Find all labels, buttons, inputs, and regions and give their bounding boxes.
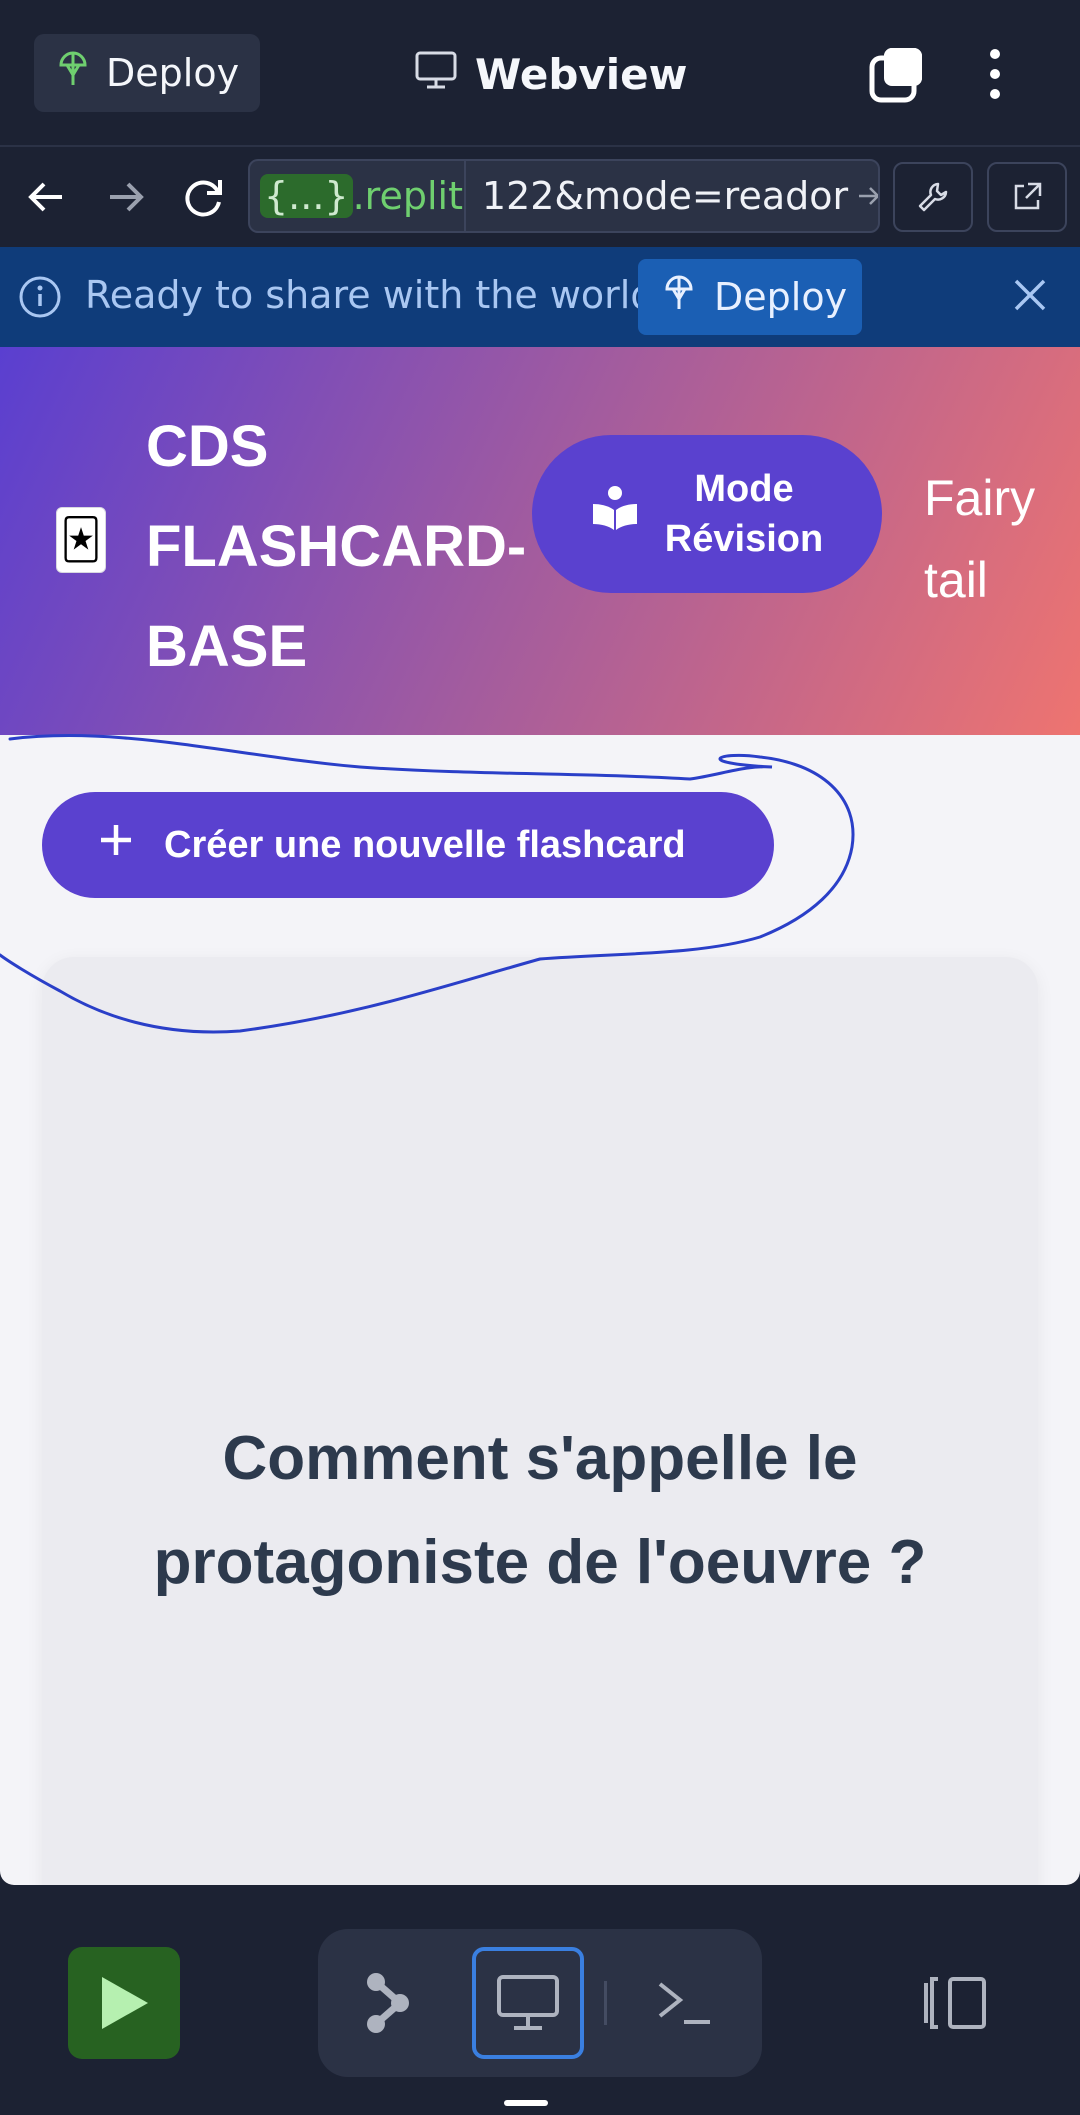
theme-line: tail — [924, 552, 988, 608]
app-title: CDS FLASHCARD- BASE — [146, 397, 526, 697]
mode-button-line: Révision — [664, 518, 824, 560]
go-arrow-icon[interactable] — [856, 174, 878, 218]
question-line: protagoniste de l'oeuvre ? — [153, 1528, 927, 1597]
back-arrow-icon[interactable] — [22, 172, 72, 222]
wrench-icon[interactable] — [893, 162, 973, 232]
address-bar: {...}.replit.c 122&mode=reador — [0, 147, 1080, 247]
flashcard[interactable]: Comment s'appelle le protagoniste de l'o… — [42, 957, 1038, 1885]
theme-label[interactable]: Fairy tail — [924, 457, 1074, 621]
play-icon[interactable] — [68, 1947, 180, 2059]
app-header: 🃏 CDS FLASHCARD- BASE Mode Révision Fair… — [0, 347, 1080, 735]
open-book-reader-icon — [591, 484, 639, 545]
plus-icon — [98, 822, 134, 868]
switcher-divider — [604, 1981, 607, 2025]
webview-title[interactable]: Webview — [415, 44, 687, 104]
home-indicator — [504, 2100, 548, 2106]
git-icon[interactable] — [332, 1947, 444, 2059]
app-title-line: FLASHCARD- — [146, 514, 527, 579]
close-icon[interactable] — [1008, 273, 1052, 321]
deploy-icon — [664, 275, 694, 320]
url-host: {...}.replit.c — [250, 161, 466, 231]
forward-arrow-icon[interactable] — [100, 172, 150, 222]
flashcard-question: Comment s'appelle le protagoniste de l'o… — [42, 1407, 1038, 1615]
url-domain: .replit.c — [352, 174, 464, 218]
reload-icon[interactable] — [178, 172, 228, 222]
app-title-line: BASE — [146, 614, 308, 679]
banner-message: Ready to share with the world? — [85, 273, 675, 317]
app-title-line: CDS — [146, 414, 269, 479]
theme-line: Fairy — [924, 470, 1036, 526]
url-field[interactable]: {...}.replit.c 122&mode=reador — [248, 159, 880, 233]
monitor-icon[interactable] — [472, 1947, 584, 2059]
url-path-text: 122&mode=reador — [481, 174, 849, 218]
banner-deploy-button[interactable]: Deploy — [638, 259, 862, 335]
info-icon — [18, 275, 62, 323]
url-path: 122&mode=reador — [466, 174, 878, 218]
mode-revision-button[interactable]: Mode Révision — [532, 435, 882, 593]
view-switcher — [318, 1929, 762, 2077]
deploy-icon — [58, 51, 88, 96]
tabs-icon[interactable] — [868, 44, 928, 104]
create-flashcard-button[interactable]: Créer une nouvelle flashcard — [42, 792, 774, 898]
mode-button-line: Mode — [694, 468, 794, 510]
mode-button-label: Mode Révision — [665, 464, 823, 564]
split-view-icon[interactable] — [922, 1975, 990, 2035]
create-flashcard-label: Créer une nouvelle flashcard — [164, 823, 686, 866]
top-bar: Deploy Webview — [0, 0, 1080, 147]
bottom-toolbar — [0, 1885, 1080, 2115]
deploy-button[interactable]: Deploy — [34, 34, 260, 112]
monitor-icon — [415, 50, 457, 99]
question-line: Comment s'appelle le — [222, 1424, 858, 1493]
terminal-icon[interactable] — [628, 1947, 740, 2059]
joker-card-icon: 🃏 — [56, 507, 106, 573]
deploy-banner: Ready to share with the world? Deploy — [0, 247, 1080, 347]
webview-title-label: Webview — [475, 49, 688, 99]
kebab-menu-icon[interactable] — [975, 44, 1015, 104]
deploy-label: Deploy — [106, 51, 240, 95]
webview-content: 🃏 CDS FLASHCARD- BASE Mode Révision Fair… — [0, 347, 1080, 1885]
url-badge: {...} — [260, 174, 353, 218]
banner-deploy-label: Deploy — [714, 275, 848, 319]
open-external-icon[interactable] — [987, 162, 1067, 232]
